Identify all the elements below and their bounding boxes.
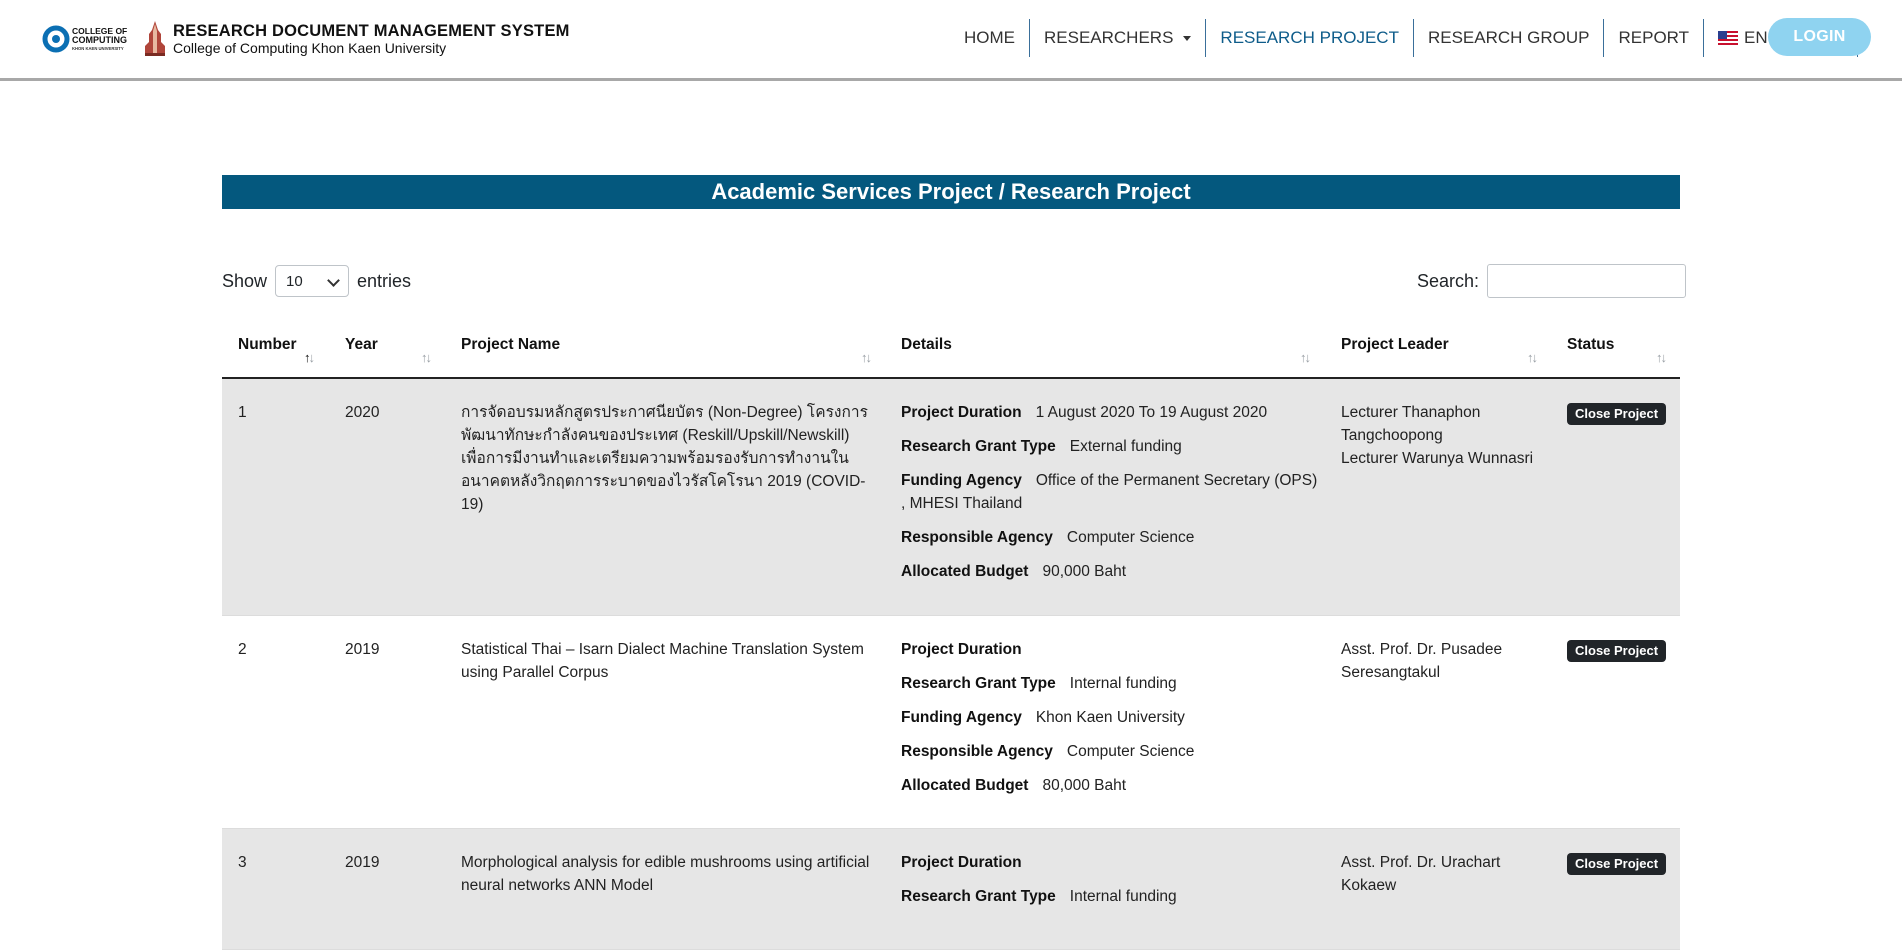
detail-grant: Internal funding <box>1069 888 1177 905</box>
row-project-leader: Asst. Prof. Dr. Urachart Kokaew <box>1341 851 1551 897</box>
entries-select[interactable]: 10 <box>275 265 350 297</box>
search-input[interactable] <box>1487 264 1687 298</box>
table-row: 2 2019 Statistical Thai – Isarn Dialect … <box>222 616 1680 829</box>
detail-label-duration: Project Duration <box>901 641 1022 658</box>
detail-label-agency: Funding Agency <box>901 472 1022 489</box>
nav-research-project[interactable]: RESEARCH PROJECT <box>1205 19 1413 57</box>
system-title: RESEARCH DOCUMENT MANAGEMENT SYSTEM <box>173 21 570 40</box>
detail-label-grant: Research Grant Type <box>901 888 1056 905</box>
nav-report[interactable]: REPORT <box>1603 19 1703 57</box>
nav-researchers[interactable]: RESEARCHERS <box>1029 19 1205 57</box>
row-number: 3 <box>238 854 247 871</box>
detail-label-duration: Project Duration <box>901 404 1022 421</box>
sort-asc-icon[interactable]: ↑↓ <box>304 350 315 365</box>
detail-agency: Office of the Permanent Secretary (OPS) <box>1035 472 1318 489</box>
row-project-name: Morphological analysis for edible mushro… <box>461 854 870 894</box>
leader-line: Seresangtakul <box>1341 664 1441 681</box>
detail-label-duration: Project Duration <box>901 854 1022 871</box>
nav-researchers-label: RESEARCHERS <box>1044 28 1174 47</box>
college-of-computing-logo: COLLEGE OF COMPUTING KHON KAEN UNIVERSIT… <box>42 25 127 53</box>
row-number: 1 <box>238 404 247 421</box>
col-year[interactable]: Year <box>345 336 378 354</box>
detail-agency: Khon Kaen University <box>1035 709 1185 726</box>
sort-icon[interactable]: ↑↓ <box>861 350 872 365</box>
sort-icon[interactable]: ↑↓ <box>421 350 432 365</box>
detail-label-grant: Research Grant Type <box>901 438 1056 455</box>
status-badge[interactable]: Close Project <box>1567 403 1667 425</box>
row-project-name: การจัดอบรมหลักสูตรประกาศนียบัตร (Non-Deg… <box>461 404 868 513</box>
row-details: Project Duration Research Grant Type Int… <box>901 638 1321 808</box>
detail-budget: 80,000 Baht <box>1042 777 1127 794</box>
nav-research-group[interactable]: RESEARCH GROUP <box>1412 19 1604 57</box>
main-nav: HOME RESEARCHERS RESEARCH PROJECT RESEAR… <box>950 19 1859 57</box>
detail-budget: 90,000 Baht <box>1042 563 1127 580</box>
detail-agency-cont: , MHESI Thailand <box>901 495 1023 512</box>
detail-responsible: Computer Science <box>1066 743 1195 760</box>
sort-icon[interactable]: ↑↓ <box>1300 350 1311 365</box>
detail-responsible: Computer Science <box>1066 529 1195 546</box>
detail-label-budget: Allocated Budget <box>901 563 1029 580</box>
logo-cc-line2: COMPUTING <box>72 35 127 45</box>
table-header: Number ↑↓ Year ↑↓ Project Name ↑↓ Detail… <box>222 322 1680 379</box>
sort-icon[interactable]: ↑↓ <box>1656 350 1667 365</box>
detail-label-agency: Funding Agency <box>901 709 1022 726</box>
nav-home[interactable]: HOME <box>950 19 1029 57</box>
projects-table: Number ↑↓ Year ↑↓ Project Name ↑↓ Detail… <box>222 322 1680 950</box>
row-details: Project Duration Research Grant Type Int… <box>901 851 1321 919</box>
detail-grant: External funding <box>1069 438 1182 455</box>
search-control: Search: <box>1417 264 1687 298</box>
entries-select-value: 10 <box>286 272 303 290</box>
table-row: 3 2019 Morphological analysis for edible… <box>222 829 1680 950</box>
brand[interactable]: COLLEGE OF COMPUTING KHON KAEN UNIVERSIT… <box>42 18 570 60</box>
col-project-name[interactable]: Project Name <box>461 336 560 354</box>
detail-label-responsible: Responsible Agency <box>901 529 1053 546</box>
row-project-leader: Asst. Prof. Dr. Pusadee Seresangtakul <box>1341 638 1551 684</box>
detail-duration: 1 August 2020 To 19 August 2020 <box>1035 404 1268 421</box>
detail-label-budget: Allocated Budget <box>901 777 1029 794</box>
row-year: 2019 <box>345 854 380 871</box>
row-number: 2 <box>238 641 247 658</box>
leader-line: Asst. Prof. Dr. Urachart <box>1341 854 1501 871</box>
detail-grant: Internal funding <box>1069 675 1177 692</box>
status-badge[interactable]: Close Project <box>1567 853 1667 875</box>
logo-cc-line3: KHON KAEN UNIVERSITY <box>72 46 124 51</box>
show-label: Show <box>222 270 268 291</box>
col-project-leader[interactable]: Project Leader <box>1341 336 1449 354</box>
leader-line: Lecturer Thanaphon <box>1341 404 1481 421</box>
login-button[interactable]: LOGIN <box>1768 18 1871 56</box>
top-navbar: COLLEGE OF COMPUTING KHON KAEN UNIVERSIT… <box>0 0 1902 81</box>
detail-label-responsible: Responsible Agency <box>901 743 1053 760</box>
search-label: Search: <box>1417 270 1480 291</box>
table-row: 1 2020 การจัดอบรมหลักสูตรประกาศนียบัตร (… <box>222 379 1680 616</box>
col-number[interactable]: Number <box>238 336 297 354</box>
row-year: 2020 <box>345 404 380 421</box>
row-project-name: Statistical Thai – Isarn Dialect Machine… <box>461 641 864 681</box>
detail-label-grant: Research Grant Type <box>901 675 1056 692</box>
page-title: Academic Services Project / Research Pro… <box>222 175 1680 209</box>
entries-control: Show 10 entries <box>222 264 411 298</box>
leader-line: Tangchoopong <box>1341 427 1443 444</box>
col-status[interactable]: Status <box>1567 336 1614 354</box>
col-details[interactable]: Details <box>901 336 952 354</box>
kku-logo <box>145 21 165 56</box>
leader-line: Kokaew <box>1341 877 1397 894</box>
leader-line: Asst. Prof. Dr. Pusadee <box>1341 641 1503 658</box>
caret-down-icon <box>1183 35 1192 41</box>
sort-icon[interactable]: ↑↓ <box>1527 350 1538 365</box>
row-year: 2019 <box>345 641 380 658</box>
status-badge[interactable]: Close Project <box>1567 640 1667 662</box>
entries-label: entries <box>357 270 412 291</box>
system-subtitle: College of Computing Khon Kaen Universit… <box>173 40 447 57</box>
us-flag-icon <box>1718 31 1739 45</box>
row-details: Project Duration 1 August 2020 To 19 Aug… <box>901 401 1321 594</box>
leader-line: Lecturer Warunya Wunnasri <box>1341 450 1534 467</box>
chevron-down-icon <box>327 274 340 287</box>
row-project-leader: Lecturer Thanaphon Tangchoopong Lecturer… <box>1341 401 1551 470</box>
